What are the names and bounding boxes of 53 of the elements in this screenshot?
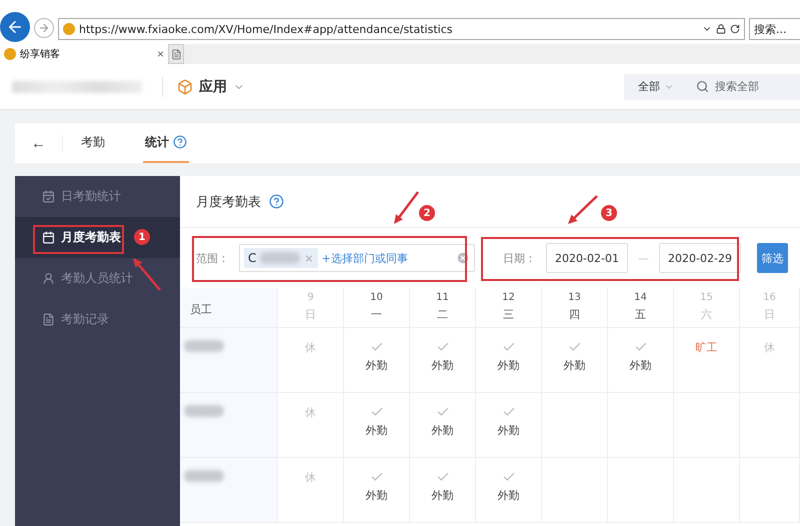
weekday-label: 日 (764, 307, 775, 322)
rest-label: 休 (764, 340, 775, 355)
browser-search-field[interactable]: 搜索... (749, 18, 800, 40)
field-work-label: 外勤 (432, 423, 454, 438)
day-number: 10 (370, 292, 383, 303)
tab-close-button[interactable]: × (156, 47, 164, 61)
field-work-label: 外勤 (366, 423, 388, 438)
global-search-field[interactable]: 搜索全部 (688, 79, 759, 94)
field-work-label: 外勤 (432, 358, 454, 373)
day-number: 14 (634, 292, 647, 303)
start-date-field[interactable]: 2020-02-01 (546, 243, 628, 273)
rest-label: 休 (305, 340, 316, 355)
date-label: 日期： (503, 250, 536, 266)
scope-field[interactable]: C × +选择部门或同事 (239, 244, 475, 272)
add-member-link[interactable]: +选择部门或同事 (322, 250, 408, 266)
day-number: 15 (700, 292, 713, 303)
field-work-label: 外勤 (498, 423, 520, 438)
nav-tab[interactable]: 统计 (143, 123, 189, 163)
field-work-label: 外勤 (564, 358, 586, 373)
weekday-label: 六 (701, 307, 712, 322)
day-number: 12 (502, 292, 515, 303)
weekday-label: 五 (635, 307, 646, 322)
absent-label: 旷工 (696, 340, 718, 355)
end-date-field[interactable]: 2020-02-29 (659, 243, 741, 273)
address-bar[interactable]: https://www.fxiaoke.com/XV/Home/Index#app/attendance/statistics (58, 18, 745, 40)
weekday-label: 二 (437, 307, 448, 322)
back-link[interactable]: ← (15, 135, 63, 151)
weekday-label: 一 (371, 307, 382, 322)
field-work-label: 外勤 (630, 358, 652, 373)
scope-dropdown[interactable]: 全部 (624, 79, 688, 94)
weekday-label: 三 (503, 307, 514, 322)
app-menu[interactable]: 应用 (162, 76, 251, 96)
scope-label: 范围： (196, 250, 229, 266)
day-number: 11 (436, 292, 449, 303)
day-number: 9 (307, 292, 314, 303)
day-number: 16 (763, 292, 776, 303)
rest-label: 休 (305, 405, 316, 420)
filter-button[interactable]: 筛选 (757, 243, 788, 273)
nav-tab[interactable]: 考勤 (79, 123, 107, 163)
weekday-label: 日 (305, 307, 316, 322)
field-work-label: 外勤 (498, 358, 520, 373)
field-work-label: 外勤 (366, 358, 388, 373)
selected-tag: C × (244, 248, 318, 268)
day-number: 13 (568, 292, 581, 303)
weekday-label: 四 (569, 307, 580, 322)
field-work-label: 外勤 (498, 488, 520, 503)
employee-header: 员工 (189, 302, 212, 317)
date-separator: — (638, 252, 649, 264)
rest-label: 休 (305, 470, 316, 485)
field-work-label: 外勤 (432, 488, 454, 503)
page-title: 月度考勤表 (196, 194, 261, 210)
field-work-label: 外勤 (366, 488, 388, 503)
browser-tab[interactable]: 纷享销客 × (0, 44, 168, 64)
